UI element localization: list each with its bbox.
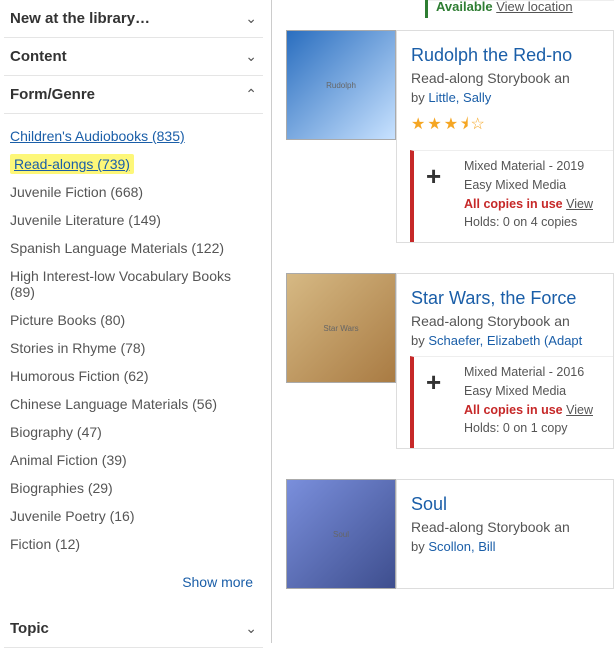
cover-image[interactable]: Soul: [286, 479, 396, 589]
facet-juvenile-fiction[interactable]: Juvenile Fiction (668): [10, 178, 257, 206]
rating-stars[interactable]: ★★★⯨☆: [411, 113, 613, 140]
by-label: by: [411, 90, 428, 105]
status-line: All copies in use View: [464, 195, 603, 214]
filter-new-at-library[interactable]: New at the library… ⌄: [4, 0, 263, 38]
results-column: Available View location Rudolph Rudolph …: [272, 0, 614, 643]
chevron-down-icon: ⌄: [245, 620, 257, 637]
item-subtitle: Read-along Storybook an: [411, 70, 613, 86]
facet-childrens-audiobooks[interactable]: Children's Audiobooks (835): [10, 122, 257, 150]
filter-label: New at the library…: [10, 10, 150, 27]
item-subtitle: Read-along Storybook an: [411, 313, 613, 329]
status-available: Available: [436, 0, 493, 14]
filter-label: Content: [10, 48, 67, 65]
prev-item-availability: Available View location: [425, 0, 614, 18]
media-line: Easy Mixed Media: [464, 176, 603, 195]
format-line: Mixed Material - 2019: [464, 157, 603, 176]
item-title-link[interactable]: Star Wars, the Force: [411, 288, 613, 309]
filter-content[interactable]: Content ⌄: [4, 38, 263, 76]
media-line: Easy Mixed Media: [464, 382, 603, 401]
item-card: Star Wars, the Force Read-along Storyboo…: [396, 273, 614, 449]
cover-image[interactable]: Star Wars: [286, 273, 396, 383]
item-card: Soul Read-along Storybook an by Scollon,…: [396, 479, 614, 589]
facet-fiction[interactable]: Fiction (12): [10, 530, 257, 558]
chevron-down-icon: ⌄: [245, 10, 257, 27]
facet-read-alongs[interactable]: Read-alongs (739): [10, 154, 134, 174]
facet-animal-fiction[interactable]: Animal Fiction (39): [10, 446, 257, 474]
facet-stories-in-rhyme[interactable]: Stories in Rhyme (78): [10, 334, 257, 362]
facet-spanish-language[interactable]: Spanish Language Materials (122): [10, 234, 257, 262]
holds-line: Holds: 0 on 4 copies: [464, 213, 603, 232]
item-card: Rudolph the Red-no Read-along Storybook …: [396, 30, 614, 243]
holdings-block: + Mixed Material - 2016 Easy Mixed Media…: [410, 356, 613, 448]
author-link[interactable]: Schaefer, Elizabeth (Adapt: [428, 333, 582, 348]
item-subtitle: Read-along Storybook an: [411, 519, 613, 535]
facet-picture-books[interactable]: Picture Books (80): [10, 306, 257, 334]
cover-image[interactable]: Rudolph: [286, 30, 396, 140]
show-more-form-genre[interactable]: Show more: [4, 564, 263, 610]
holds-line: Holds: 0 on 1 copy: [464, 419, 603, 438]
item-title-link[interactable]: Rudolph the Red-no: [411, 45, 613, 66]
show-more-label: Show more: [182, 574, 253, 590]
item-author: by Little, Sally: [411, 90, 613, 105]
status-line: All copies in use View: [464, 401, 603, 420]
filter-label: Form/Genre: [10, 86, 95, 103]
availability-row: Available View location: [425, 0, 614, 18]
facet-juvenile-literature[interactable]: Juvenile Literature (149): [10, 206, 257, 234]
author-link[interactable]: Scollon, Bill: [428, 539, 495, 554]
status-in-use: All copies in use: [464, 403, 563, 417]
filter-form-genre[interactable]: Form/Genre ⌃: [4, 76, 263, 114]
view-location-link[interactable]: View location: [496, 0, 572, 14]
facet-juvenile-poetry[interactable]: Juvenile Poetry (16): [10, 502, 257, 530]
chevron-up-icon: ⌃: [245, 86, 257, 103]
expand-icon[interactable]: +: [426, 161, 441, 192]
holdings-block: + Mixed Material - 2019 Easy Mixed Media…: [410, 150, 613, 242]
author-link[interactable]: Little, Sally: [428, 90, 491, 105]
result-item: Soul Soul Read-along Storybook an by Sco…: [286, 479, 614, 589]
facet-humorous-fiction[interactable]: Humorous Fiction (62): [10, 362, 257, 390]
status-in-use: All copies in use: [464, 197, 563, 211]
filter-topic[interactable]: Topic ⌄: [4, 610, 263, 648]
filter-label: Topic: [10, 620, 49, 637]
facet-biographies[interactable]: Biographies (29): [10, 474, 257, 502]
by-label: by: [411, 539, 428, 554]
by-label: by: [411, 333, 428, 348]
item-title-link[interactable]: Soul: [411, 494, 613, 515]
chevron-down-icon: ⌄: [245, 48, 257, 65]
format-line: Mixed Material - 2016: [464, 363, 603, 382]
expand-icon[interactable]: +: [426, 367, 441, 398]
result-item: Rudolph Rudolph the Red-no Read-along St…: [286, 30, 614, 243]
view-link[interactable]: View: [566, 197, 593, 211]
facet-chinese-language[interactable]: Chinese Language Materials (56): [10, 390, 257, 418]
view-link[interactable]: View: [566, 403, 593, 417]
facet-biography[interactable]: Biography (47): [10, 418, 257, 446]
sidebar-filters: New at the library… ⌄ Content ⌄ Form/Gen…: [0, 0, 272, 643]
facet-high-interest[interactable]: High Interest-low Vocabulary Books (89): [10, 262, 257, 306]
item-author: by Schaefer, Elizabeth (Adapt: [411, 333, 613, 348]
item-author: by Scollon, Bill: [411, 539, 613, 554]
form-genre-facets: Children's Audiobooks (835) Read-alongs …: [4, 114, 263, 564]
result-item: Star Wars Star Wars, the Force Read-alon…: [286, 273, 614, 449]
